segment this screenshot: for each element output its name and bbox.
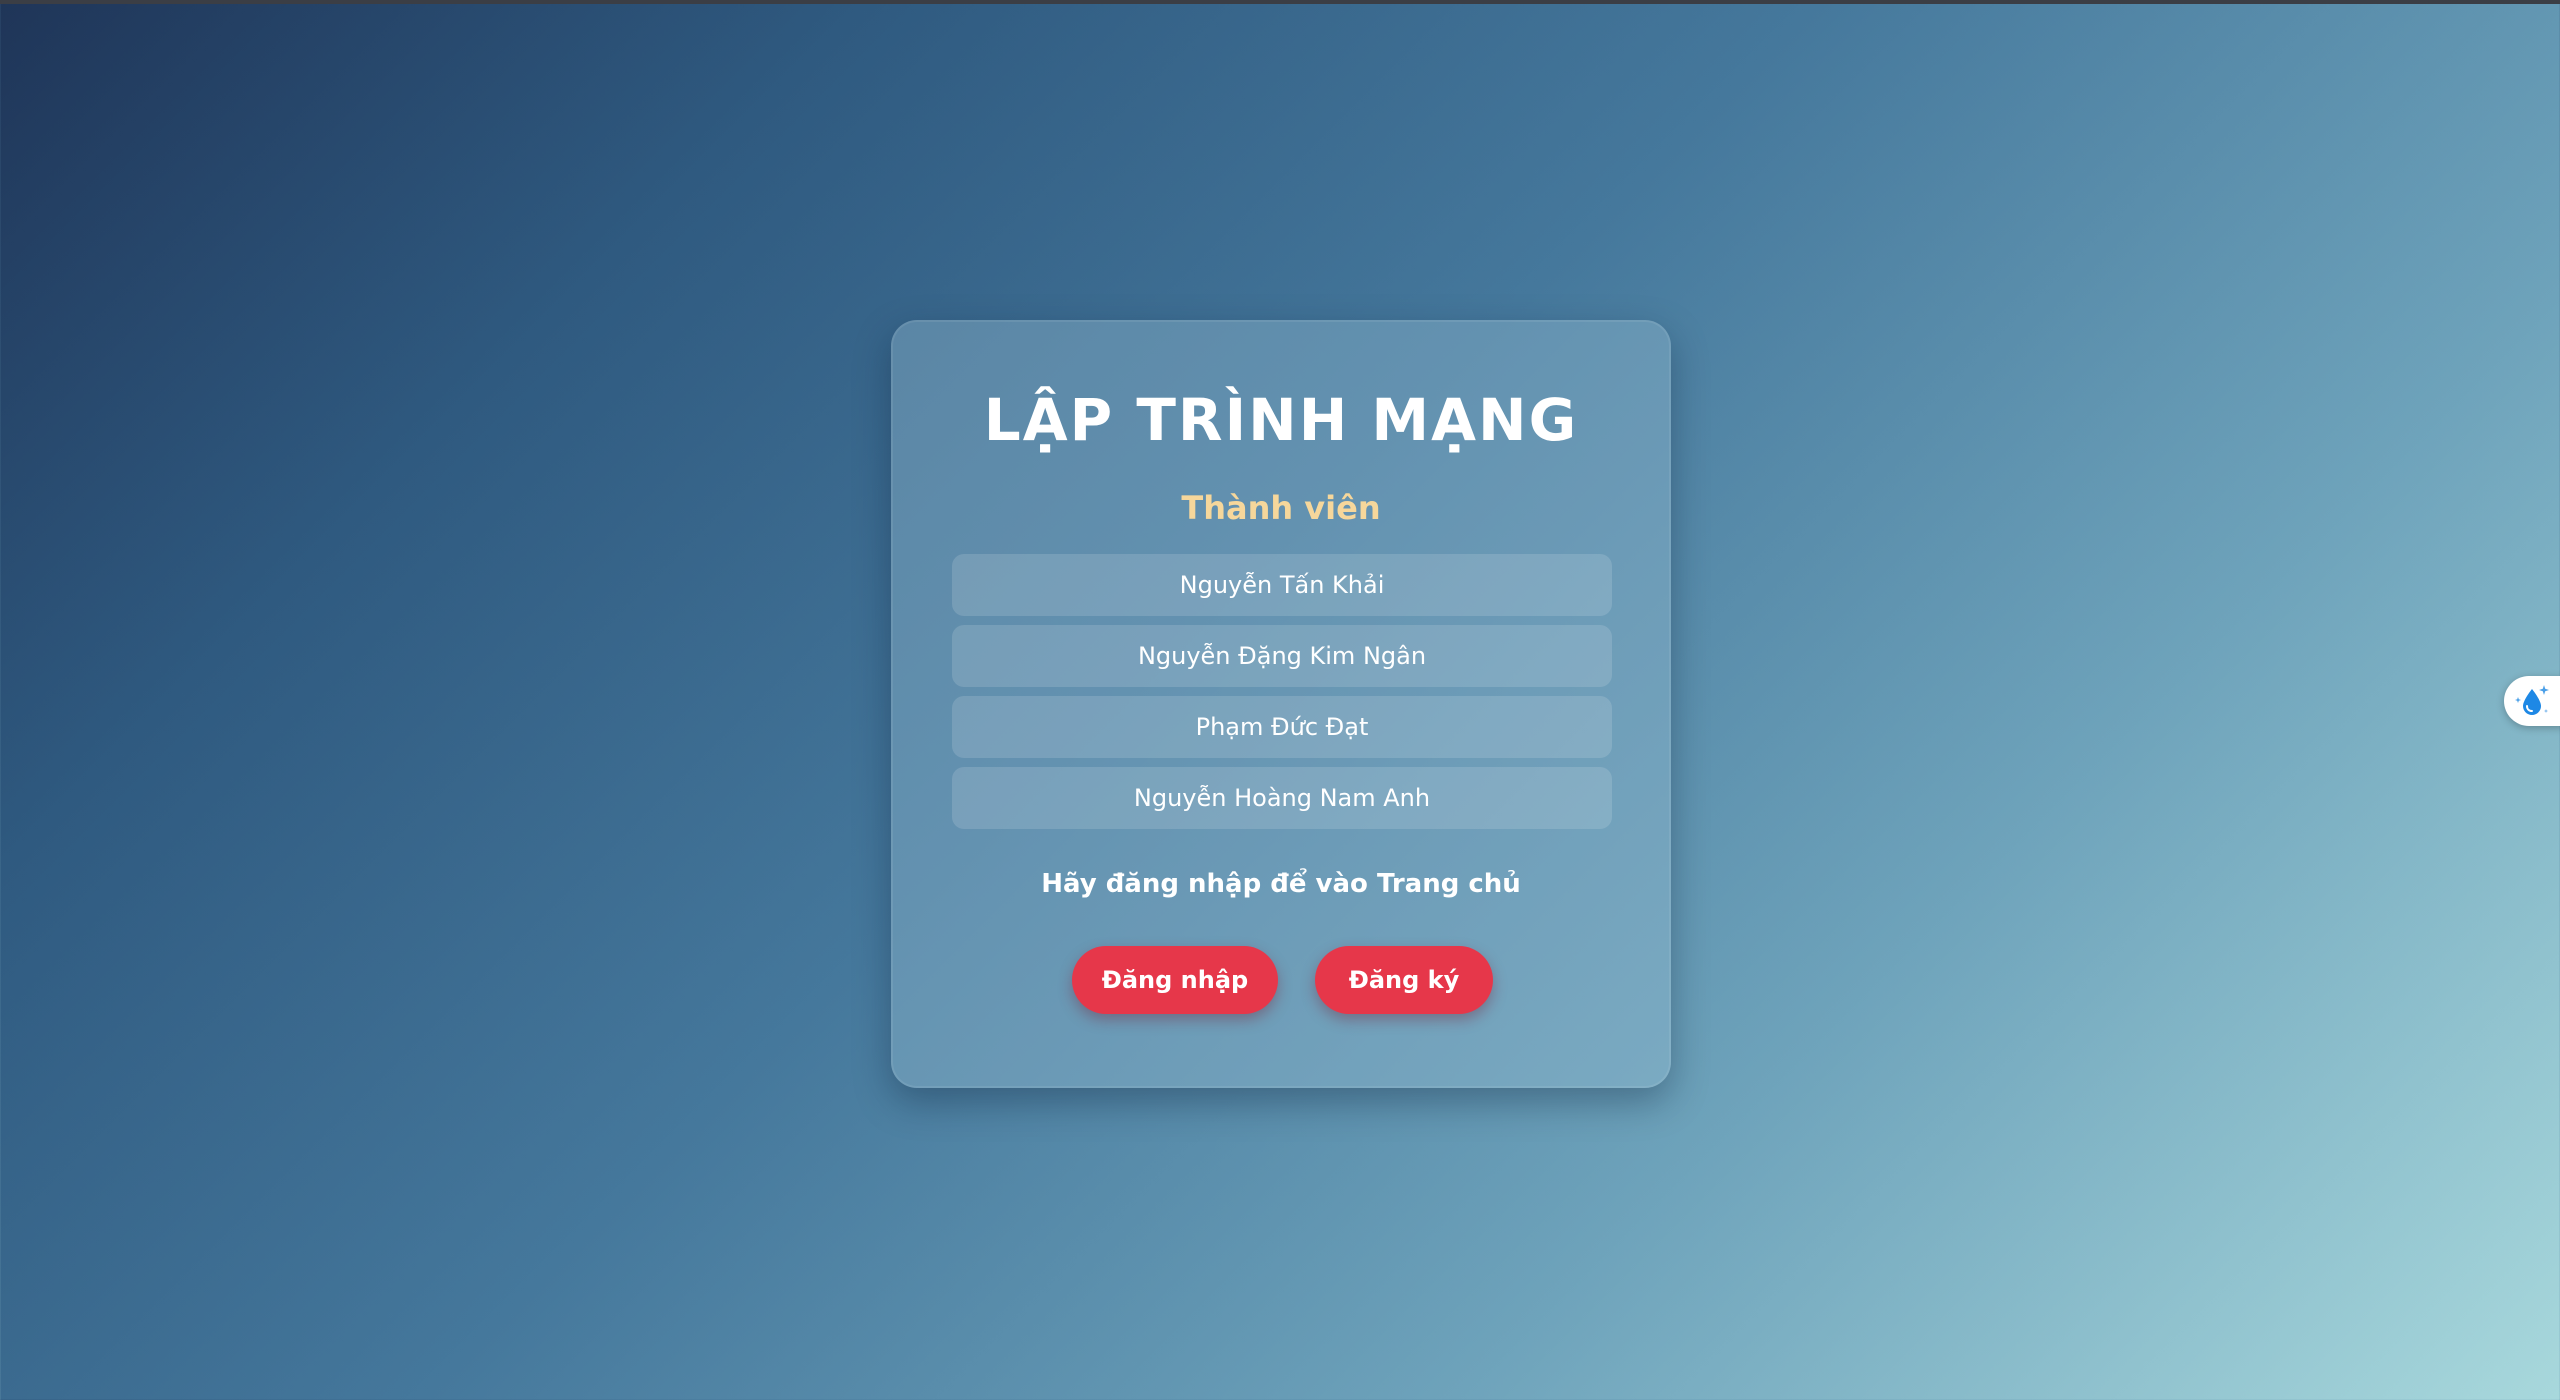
register-button[interactable]: Đăng ký: [1315, 946, 1493, 1014]
member-item: Nguyễn Hoàng Nam Anh: [952, 767, 1612, 829]
floating-extension-button[interactable]: [2504, 676, 2560, 726]
browser-top-edge: [0, 0, 2560, 4]
login-button[interactable]: Đăng nhập: [1072, 946, 1278, 1014]
members-heading: Thành viên: [1181, 489, 1381, 527]
member-item: Nguyễn Tấn Khải: [952, 554, 1612, 616]
member-item: Phạm Đức Đạt: [952, 696, 1612, 758]
page-title: LẬP TRÌNH MẠNG: [983, 386, 1579, 454]
login-prompt: Hãy đăng nhập để vào Trang chủ: [1041, 869, 1521, 899]
water-drop-sparkle-icon: [2515, 685, 2549, 715]
welcome-card: LẬP TRÌNH MẠNG Thành viên Nguyễn Tấn Khả…: [891, 320, 1671, 1088]
member-item: Nguyễn Đặng Kim Ngân: [952, 625, 1612, 687]
member-list: Nguyễn Tấn Khải Nguyễn Đặng Kim Ngân Phạ…: [952, 554, 1612, 838]
